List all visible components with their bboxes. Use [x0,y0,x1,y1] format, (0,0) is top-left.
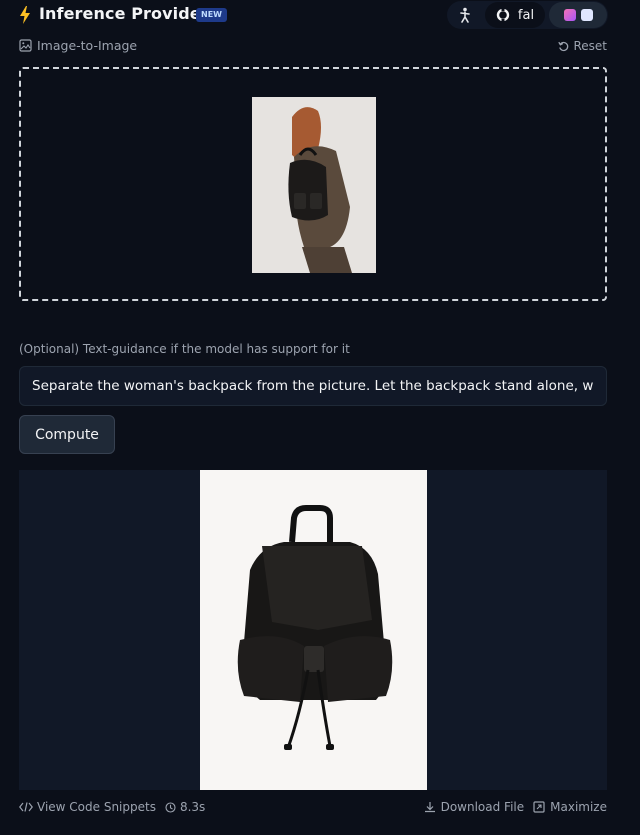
reset-button[interactable]: Reset [558,39,607,53]
backpack-image [200,470,427,790]
task-indicator: Image-to-Image [19,38,137,53]
download-file-link[interactable]: Download File [441,800,525,814]
image-dropzone[interactable] [19,67,607,301]
new-badge: NEW [196,8,227,22]
reset-label: Reset [573,39,607,53]
footer-left: View Code Snippets 8.3s [19,800,205,814]
prompt-input[interactable] [19,366,607,406]
fal-logo-icon [496,8,510,22]
input-image-preview [252,97,376,273]
task-label: Image-to-Image [37,38,138,53]
app-title: Inference Providers [39,4,219,23]
reset-icon [558,41,569,51]
provider-option-dancer[interactable] [451,2,479,28]
output-image [200,470,427,790]
provider-fal-label: fal [517,7,535,23]
provider-option-more[interactable] [549,2,607,28]
view-code-snippets-link[interactable]: View Code Snippets [37,800,156,814]
download-icon [424,802,435,813]
text-guidance-label: (Optional) Text-guidance if the model ha… [19,342,350,356]
lightning-icon [20,6,30,24]
dancer-icon [460,7,470,23]
woman-with-backpack-image [252,97,376,273]
compute-time: 8.3s [179,800,206,814]
provider-logo-icon [580,9,593,21]
provider-logo-icon [563,9,576,21]
compute-button[interactable]: Compute [19,415,115,454]
clock-icon [165,801,176,813]
code-icon [19,802,33,812]
maximize-link[interactable]: Maximize [550,800,607,814]
provider-option-fal[interactable]: fal [485,2,545,28]
output-area [19,470,607,790]
maximize-icon [533,801,545,813]
footer-right: Download File Maximize [424,800,607,814]
image-icon [19,39,32,52]
provider-selector: fal [447,1,608,29]
widget-header: Inference Providers NEW fal [0,0,640,30]
